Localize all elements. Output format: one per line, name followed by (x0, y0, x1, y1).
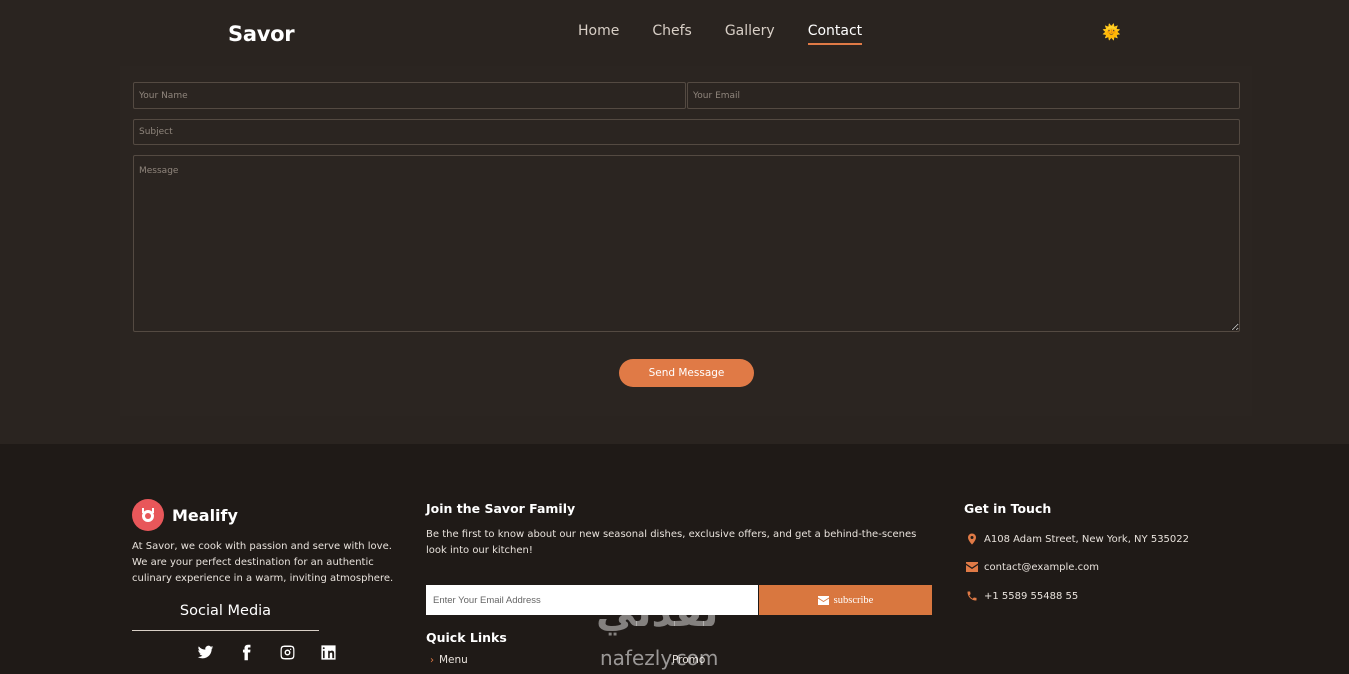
contact-form: Send Message (120, 66, 1252, 416)
subscribe-label: subscribe (833, 594, 874, 606)
address-text: A108 Adam Street, New York, NY 535022 (984, 533, 1189, 545)
join-text: Be the first to know about our new seaso… (426, 529, 917, 556)
site-logo[interactable]: Savor (228, 22, 295, 46)
envelope-icon (966, 562, 978, 572)
phone-icon (967, 591, 977, 601)
quick-link-promo[interactable]: Promo (672, 654, 705, 666)
quick-links-title: Quick Links (426, 630, 507, 645)
join-title: Join the Savor Family (426, 501, 576, 516)
contact-email[interactable]: contact@example.com (966, 561, 1099, 573)
name-input[interactable] (133, 82, 686, 109)
about-text: At Savor, we cook with passion and serve… (132, 541, 394, 584)
chevron-right-icon: › (430, 654, 434, 666)
envelope-icon (817, 595, 829, 605)
footer-brand: Mealify (132, 499, 238, 531)
contact-address: A108 Adam Street, New York, NY 535022 (966, 533, 1189, 545)
message-textarea[interactable] (133, 155, 1240, 332)
subscribe-button[interactable]: subscribe (759, 585, 932, 615)
site-footer: Mealify At Savor, we cook with passion a… (0, 444, 1349, 674)
contact-phone[interactable]: +1 5589 55488 55 (966, 590, 1078, 602)
email-input[interactable] (687, 82, 1240, 109)
social-links (196, 643, 338, 662)
divider (132, 630, 319, 631)
linkedin-icon[interactable] (319, 643, 338, 662)
quick-link-label: Menu (439, 654, 468, 666)
twitter-icon[interactable] (196, 643, 215, 662)
main-nav: Home Chefs Gallery Contact (578, 23, 863, 45)
nav-chefs[interactable]: Chefs (652, 23, 691, 45)
email-text: contact@example.com (984, 561, 1099, 573)
get-in-touch-title: Get in Touch (964, 501, 1052, 516)
quick-link-label: Promo (672, 654, 706, 666)
nav-gallery[interactable]: Gallery (725, 23, 775, 45)
site-header: Savor Home Chefs Gallery Contact 🌞 (0, 0, 1349, 66)
quick-link-menu[interactable]: › Menu (430, 654, 468, 666)
chef-logo-icon (132, 499, 164, 531)
instagram-icon[interactable] (278, 643, 297, 662)
social-title: Social Media (179, 603, 272, 619)
facebook-icon[interactable] (237, 643, 256, 662)
nav-contact[interactable]: Contact (807, 23, 863, 45)
subject-input[interactable] (133, 119, 1240, 145)
send-message-button[interactable]: Send Message (619, 359, 754, 387)
nav-home[interactable]: Home (578, 23, 619, 45)
sun-icon[interactable]: 🌞 (1102, 24, 1121, 42)
subscribe-email-input[interactable] (426, 585, 758, 615)
footer-brand-name: Mealify (172, 505, 238, 525)
map-pin-icon (968, 533, 976, 545)
phone-text: +1 5589 55488 55 (984, 590, 1079, 602)
